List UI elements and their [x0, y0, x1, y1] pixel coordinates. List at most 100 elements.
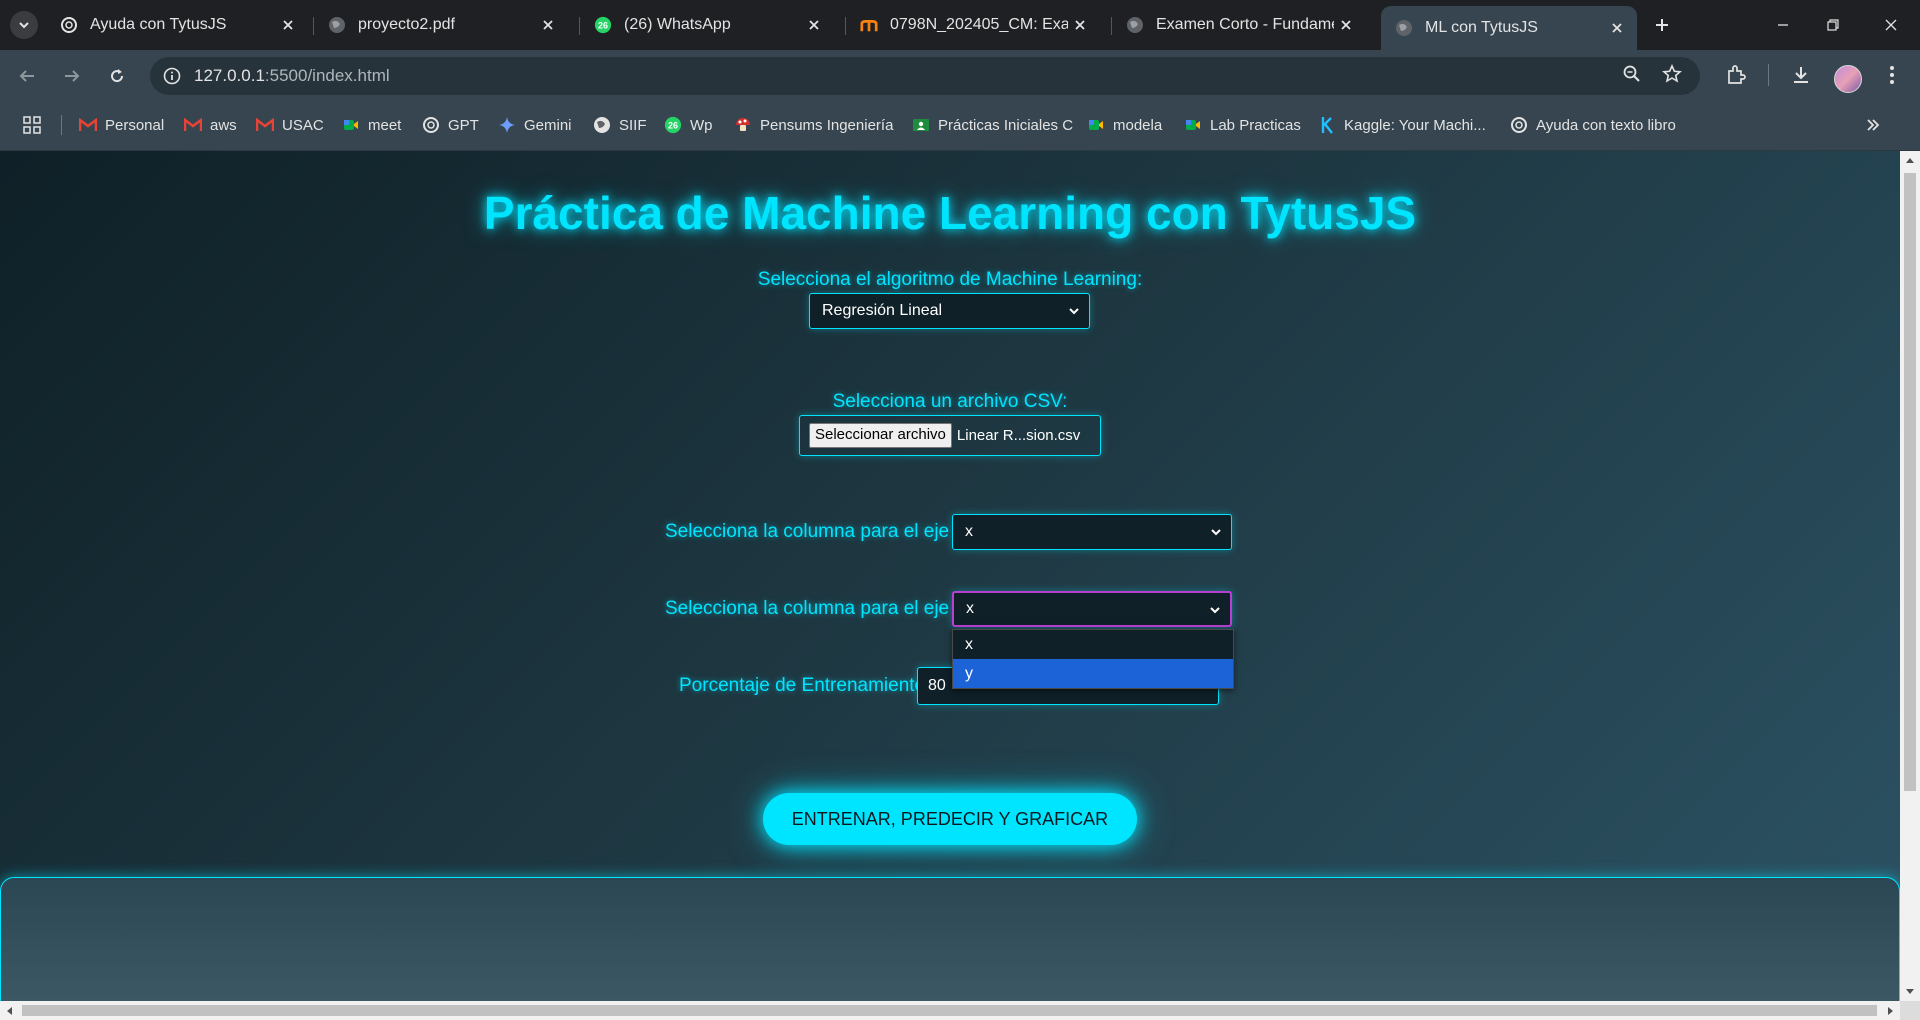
openai-icon — [422, 116, 440, 134]
tab-strip: Ayuda con TytusJS proyecto2.pdf 26 (26) … — [0, 0, 1920, 50]
svg-text:26: 26 — [668, 121, 678, 131]
globe-icon — [593, 116, 611, 134]
tab-title: ML con TytusJS — [1425, 19, 1538, 36]
more-bookmarks-icon[interactable] — [1862, 114, 1884, 136]
apps-grid-icon[interactable] — [22, 115, 42, 135]
bookmark-usac[interactable]: USAC — [256, 113, 324, 137]
bookmark-modela[interactable]: modela — [1087, 113, 1162, 137]
training-percentage-value: 80 — [928, 677, 946, 694]
page-viewport: Práctica de Machine Learning con TytusJS… — [0, 151, 1900, 1001]
chevron-down-icon — [1210, 607, 1220, 614]
algorithm-select[interactable]: Regresión Lineal — [809, 293, 1090, 329]
scroll-right-arrow-icon[interactable] — [1882, 1001, 1900, 1020]
new-tab-button[interactable] — [1650, 13, 1674, 37]
vertical-scroll-thumb[interactable] — [1904, 173, 1916, 791]
selected-file-name: Linear R...sion.csv — [956, 427, 1081, 444]
horizontal-scrollbar[interactable] — [0, 1001, 1900, 1020]
profile-avatar[interactable] — [1834, 65, 1862, 93]
meet-icon — [1184, 116, 1202, 134]
url-text: 127.0.0.1:5500/index.html — [194, 66, 390, 86]
close-window-button[interactable] — [1878, 12, 1904, 38]
close-tab-icon[interactable] — [1605, 16, 1629, 40]
horizontal-scroll-thumb[interactable] — [22, 1005, 1877, 1016]
tab-moodle-exam[interactable]: 0798N_202405_CM: Exame — [846, 8, 1100, 42]
chevron-down-icon — [1211, 529, 1221, 536]
tab-whatsapp[interactable]: 26 (26) WhatsApp — [580, 8, 834, 42]
bookmark-label: SIIF — [619, 116, 647, 134]
site-info-icon[interactable] — [162, 66, 182, 86]
bookmark-star-icon[interactable] — [1660, 62, 1684, 86]
tab-ml-tytusjs[interactable]: ML con TytusJS — [1381, 6, 1637, 50]
algorithm-select-value: Regresión Lineal — [822, 302, 943, 319]
bookmark-gemini[interactable]: Gemini — [498, 113, 572, 137]
x-axis-select[interactable]: x — [952, 514, 1232, 550]
gmail-icon — [256, 116, 274, 134]
bookmark-wp[interactable]: 26 Wp — [664, 113, 713, 137]
bookmarks-bar: Personal aws USAC meet GPT Gemini SIIF 2… — [0, 100, 1920, 151]
close-tab-icon[interactable] — [536, 13, 560, 37]
y-axis-option-x[interactable]: x — [953, 630, 1233, 659]
bookmark-meet[interactable]: meet — [342, 113, 401, 137]
bookmark-label: Pensums Ingeniería — [760, 116, 894, 134]
extensions-icon[interactable] — [1723, 62, 1749, 88]
moodle-icon — [860, 16, 878, 34]
whatsapp-icon: 26 — [594, 16, 612, 34]
close-tab-icon[interactable] — [1334, 13, 1358, 37]
bookmark-ayuda-texto-libro[interactable]: Ayuda con texto libro — [1510, 113, 1676, 137]
gemini-icon — [498, 116, 516, 134]
back-button[interactable] — [14, 63, 40, 89]
tab-ayuda-tytusjs[interactable]: Ayuda con TytusJS — [46, 8, 308, 42]
close-tab-icon[interactable] — [1068, 13, 1092, 37]
bookmark-practicas-iniciales[interactable]: Prácticas Iniciales C — [912, 113, 1073, 137]
y-axis-option-y[interactable]: y — [953, 659, 1233, 688]
training-percentage-label: Porcentaje de Entrenamiento: — [679, 675, 931, 696]
reload-icon — [111, 69, 124, 83]
bookmark-label: Kaggle: Your Machi... — [1344, 116, 1486, 134]
vertical-scrollbar[interactable] — [1900, 151, 1920, 1001]
scrollbar-corner — [1900, 1001, 1920, 1020]
tab-proyecto2-pdf[interactable]: proyecto2.pdf — [314, 8, 568, 42]
browser-toolbar: 127.0.0.1:5500/index.html — [0, 50, 1920, 100]
download-icon[interactable] — [1788, 62, 1814, 88]
scroll-left-arrow-icon[interactable] — [0, 1001, 18, 1020]
gmail-icon — [184, 116, 202, 134]
toolbar-separator — [1768, 64, 1769, 86]
bookmark-gpt[interactable]: GPT — [422, 113, 479, 137]
close-tab-icon[interactable] — [802, 13, 826, 37]
tab-search-button[interactable] — [10, 11, 38, 39]
csv-file-input[interactable]: Seleccionar archivo Linear R...sion.csv — [799, 415, 1101, 456]
close-tab-icon[interactable] — [276, 13, 300, 37]
y-axis-select[interactable]: x — [952, 591, 1232, 627]
page-title: Práctica de Machine Learning con TytusJS — [483, 187, 1417, 239]
menu-dots-icon[interactable] — [1879, 62, 1905, 88]
train-predict-plot-button[interactable]: ENTRENAR, PREDECIR Y GRAFICAR — [763, 793, 1137, 845]
openai-icon — [60, 16, 78, 34]
address-bar[interactable]: 127.0.0.1:5500/index.html — [150, 57, 1700, 95]
y-axis-select-value: x — [966, 600, 974, 617]
minimize-button[interactable] — [1770, 12, 1796, 38]
restore-button[interactable] — [1820, 12, 1846, 38]
zoom-icon[interactable] — [1620, 62, 1644, 86]
bookmark-personal[interactable]: Personal — [79, 113, 164, 137]
chevron-down-icon — [1069, 308, 1079, 315]
bookmark-label: Wp — [690, 116, 713, 134]
tab-title: proyecto2.pdf — [358, 16, 455, 33]
bookmark-kaggle[interactable]: Kaggle: Your Machi... — [1318, 113, 1486, 137]
svg-text:26: 26 — [598, 21, 608, 31]
choose-file-button[interactable]: Seleccionar archivo — [809, 423, 952, 448]
globe-icon — [1395, 19, 1413, 37]
classroom-icon — [912, 116, 930, 134]
scroll-down-arrow-icon[interactable] — [1900, 983, 1920, 1001]
x-axis-label: Selecciona la columna para el eje X: — [665, 521, 973, 542]
bookmark-aws[interactable]: aws — [184, 113, 237, 137]
forward-button[interactable] — [59, 63, 85, 89]
tab-examen-corto[interactable]: Examen Corto - Fundamen — [1112, 8, 1366, 42]
bookmark-label: Ayuda con texto libro — [1536, 116, 1676, 134]
bookmark-lab-practicas[interactable]: Lab Practicas — [1184, 113, 1301, 137]
gmail-icon — [79, 116, 97, 134]
scroll-up-arrow-icon[interactable] — [1900, 151, 1920, 169]
reload-button[interactable] — [104, 63, 130, 89]
bookmark-pensums[interactable]: Pensums Ingeniería — [734, 113, 893, 137]
close-icon — [1885, 19, 1897, 31]
bookmark-siif[interactable]: SIIF — [593, 113, 647, 137]
